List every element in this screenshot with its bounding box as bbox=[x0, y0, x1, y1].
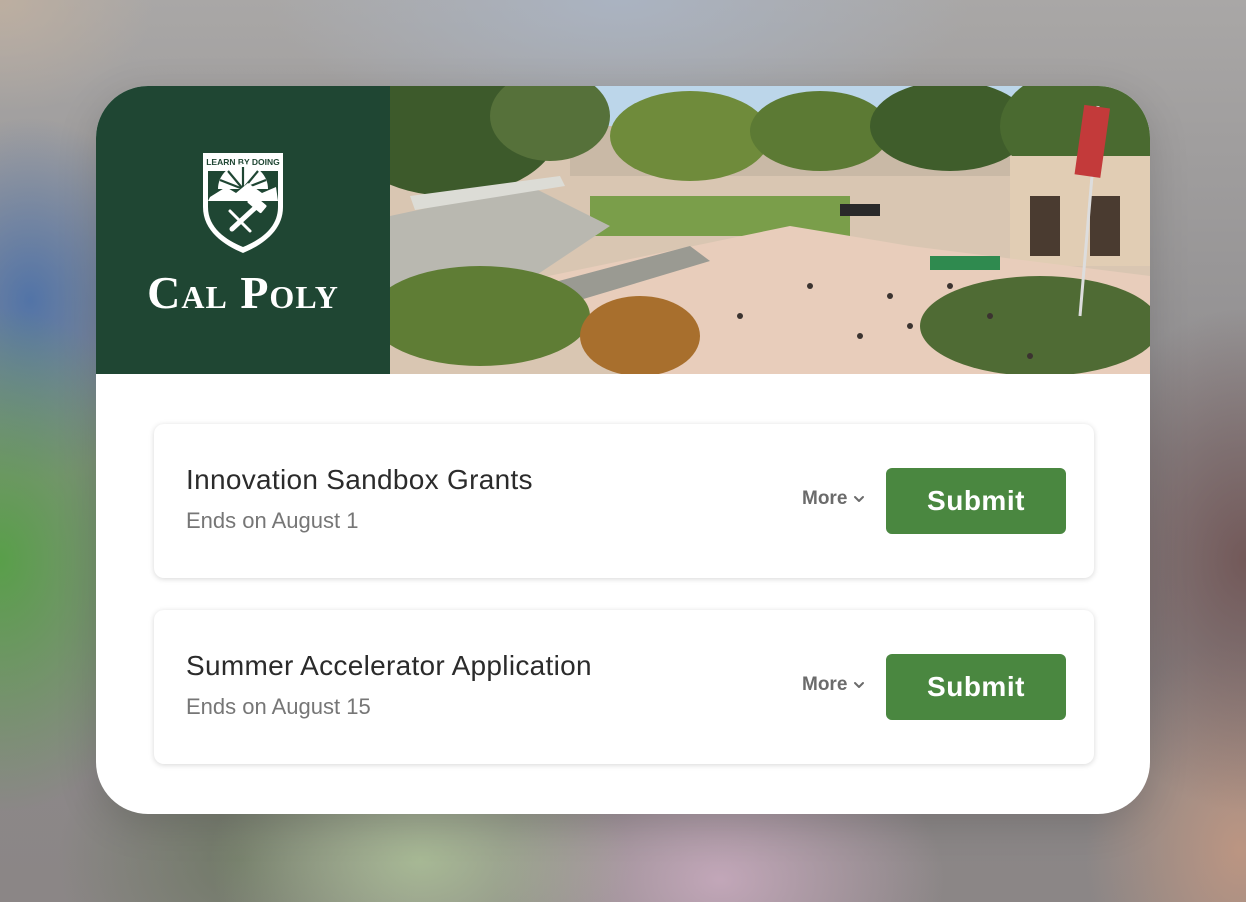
more-button[interactable]: More bbox=[802, 674, 865, 696]
opportunity-list: Innovation Sandbox Grants Ends on August… bbox=[154, 424, 1094, 796]
submit-button[interactable]: Submit bbox=[886, 654, 1066, 720]
more-label: More bbox=[802, 674, 848, 695]
list-item: Innovation Sandbox Grants Ends on August… bbox=[154, 424, 1094, 578]
item-title: Summer Accelerator Application bbox=[186, 650, 592, 681]
item-deadline: Ends on August 15 bbox=[186, 694, 371, 719]
more-label: More bbox=[802, 488, 848, 509]
shield-crest-icon: LEARN BY DOING bbox=[203, 153, 283, 253]
brand-wordmark: Cal Poly bbox=[147, 267, 339, 318]
item-title: Innovation Sandbox Grants bbox=[186, 464, 533, 495]
chevron-down-icon bbox=[854, 682, 865, 688]
list-item: Summer Accelerator Application Ends on A… bbox=[154, 610, 1094, 764]
submit-button[interactable]: Submit bbox=[886, 468, 1066, 534]
logo-panel: LEARN BY DOING Cal Poly bbox=[96, 86, 390, 374]
campus-plaza-photo bbox=[390, 86, 1150, 374]
item-deadline: Ends on August 1 bbox=[186, 508, 359, 533]
card-header: LEARN BY DOING Cal Poly bbox=[96, 86, 1150, 374]
more-button[interactable]: More bbox=[802, 488, 865, 510]
grants-card: LEARN BY DOING Cal Poly Innovation Sandb… bbox=[96, 86, 1150, 814]
chevron-down-icon bbox=[854, 496, 865, 502]
